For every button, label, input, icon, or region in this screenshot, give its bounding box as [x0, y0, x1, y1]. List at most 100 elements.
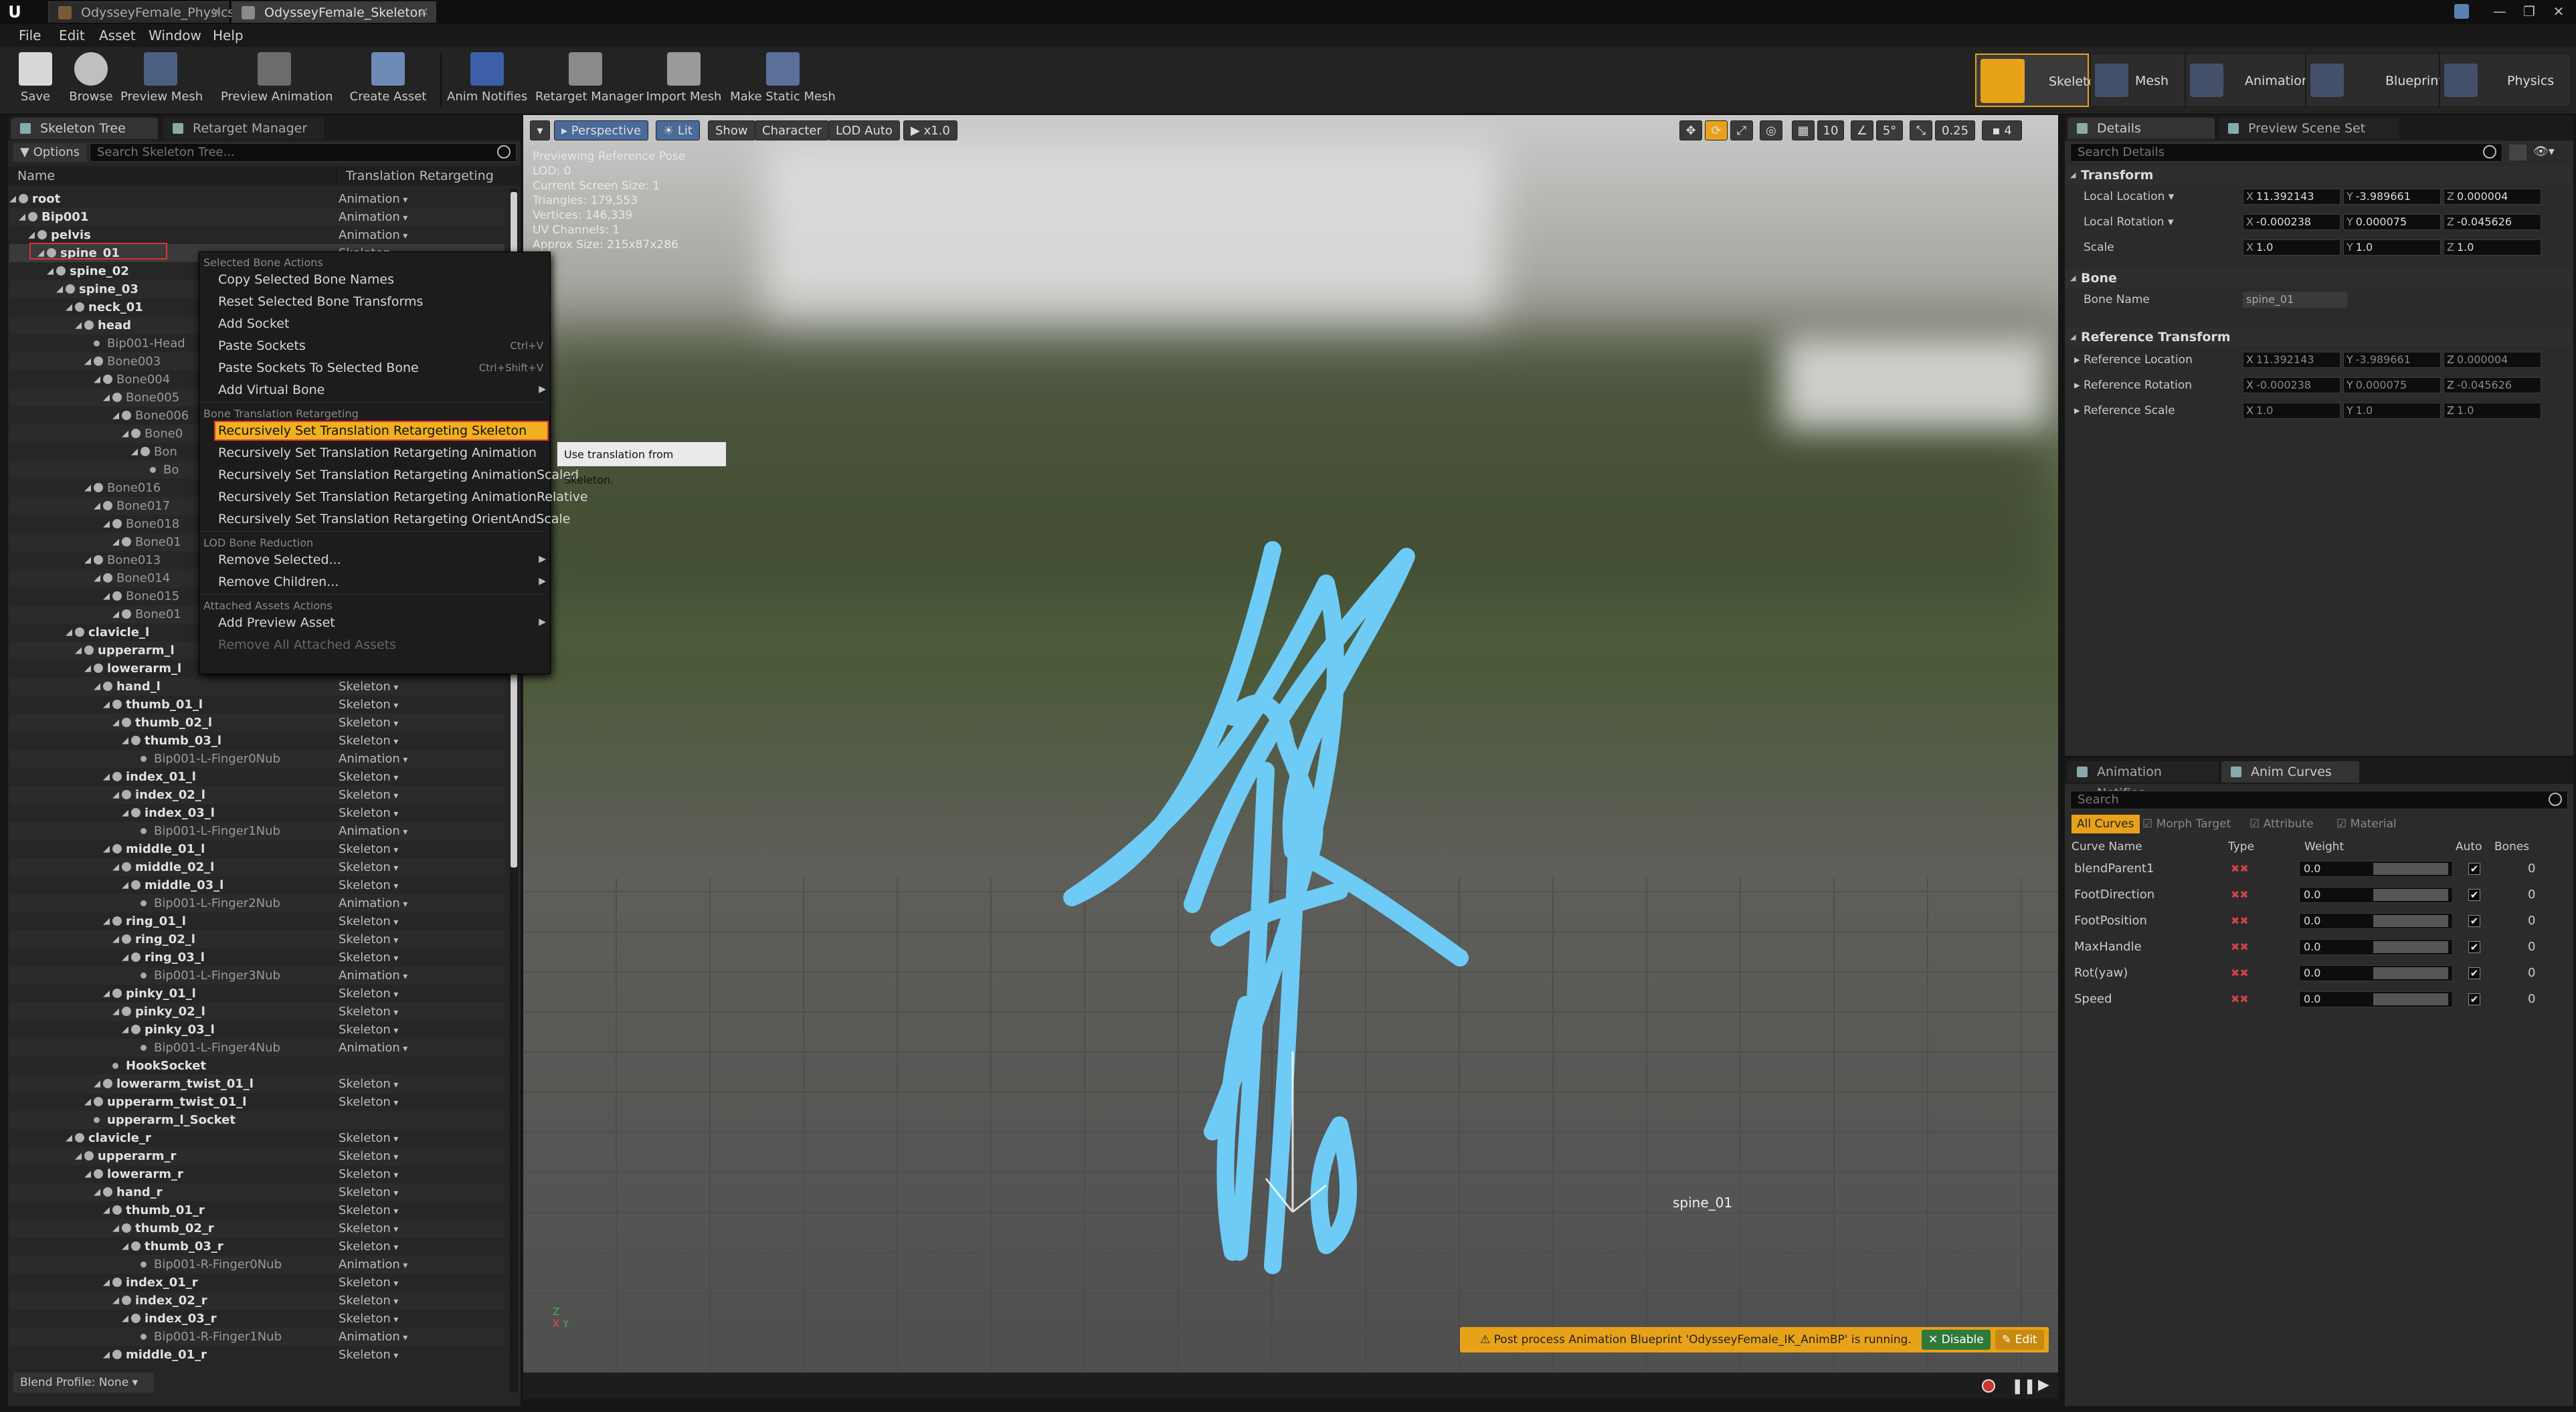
context-menu-item[interactable]: Remove Selected... [218, 552, 341, 567]
maximize-icon[interactable]: ❐ [2514, 1, 2544, 21]
curves-header-name[interactable]: Curve Name [2072, 840, 2142, 853]
expand-arrow-icon[interactable]: ◢ [112, 407, 119, 425]
context-menu-item[interactable]: Add Preview Asset [218, 615, 335, 630]
expand-arrow-icon[interactable]: ◢ [75, 1147, 82, 1165]
menu-help[interactable]: Help [213, 24, 244, 47]
reference-rotation-label[interactable]: ▸ Reference Rotation [2074, 379, 2192, 392]
expand-arrow-icon[interactable]: ◢ [66, 1129, 72, 1147]
context-menu-item[interactable]: Recursively Set Translation Retargeting … [218, 490, 588, 504]
tree-row[interactable]: Bip001-L-Finger2Nub Animation [9, 894, 504, 912]
translation-retargeting-dropdown[interactable]: Skeleton [339, 1129, 398, 1148]
angle-snap-icon[interactable]: ∠ [1851, 120, 1873, 140]
expand-arrow-icon[interactable]: ◢ [103, 1274, 110, 1292]
tree-row[interactable]: Bip001-R-Finger0Nub Animation [9, 1255, 504, 1274]
preview-mesh-button[interactable]: Preview Mesh [120, 49, 203, 111]
expand-arrow-icon[interactable]: ◢ [84, 660, 91, 678]
translation-retargeting-dropdown[interactable]: Skeleton [339, 714, 398, 733]
playback-speed-button[interactable]: ▶ x1.0 [903, 120, 957, 140]
tree-row[interactable]: ◢ index_01_l Skeleton [9, 768, 504, 786]
scale-snap-value[interactable]: 0.25 [1935, 120, 1975, 140]
expand-arrow-icon[interactable]: ◢ [122, 1021, 128, 1039]
mode-blueprint-button[interactable]: Blueprint [2306, 54, 2444, 107]
tree-row[interactable]: ◢ index_02_l Skeleton [9, 786, 504, 804]
curve-row[interactable]: Speed ✖✖ 0.0 ✔ 0 [2072, 987, 2567, 1012]
translation-retargeting-dropdown[interactable]: Animation [339, 894, 407, 914]
tree-row[interactable]: ◢ index_03_r Skeleton [9, 1310, 504, 1328]
translation-retargeting-dropdown[interactable]: Skeleton [339, 1075, 398, 1094]
column-header-translation-retargeting[interactable]: Translation Retargeting [336, 166, 521, 186]
edit-button[interactable]: ✎ Edit [1995, 1330, 2044, 1350]
import-mesh-button[interactable]: Import Mesh [644, 49, 724, 111]
expand-arrow-icon[interactable]: ◢ [122, 804, 128, 822]
play-icon[interactable]: ▶ [2038, 1377, 2049, 1393]
auto-checkbox[interactable]: ✔ [2468, 889, 2480, 901]
expand-arrow-icon[interactable]: ◢ [112, 858, 119, 876]
context-menu-item[interactable]: Add Virtual Bone [218, 383, 325, 397]
blend-profile-dropdown[interactable]: Blend Profile: None ▾ [13, 1373, 154, 1393]
reference-scale-label[interactable]: ▸ Reference Scale [2074, 404, 2175, 417]
details-search[interactable]: Search Details [2070, 143, 2502, 162]
expand-arrow-icon[interactable]: ◢ [112, 1003, 119, 1021]
save-button[interactable]: Save [12, 49, 59, 111]
close-icon[interactable]: ✕ [419, 2, 429, 23]
curves-header-weight[interactable]: Weight [2304, 840, 2344, 853]
expand-arrow-icon[interactable]: ◢ [56, 280, 63, 298]
context-menu-item[interactable]: Recursively Set Translation Retargeting … [218, 445, 537, 460]
scale-z[interactable]: Z 1.0 [2444, 239, 2541, 256]
translation-retargeting-dropdown[interactable]: Skeleton [339, 985, 398, 1004]
translation-retargeting-dropdown[interactable]: Skeleton [339, 1292, 398, 1311]
translation-retargeting-dropdown[interactable]: Skeleton [339, 768, 398, 787]
tab-details[interactable]: Details [2067, 118, 2215, 139]
expand-arrow-icon[interactable]: ◢ [103, 696, 110, 714]
tree-row[interactable]: ◢ hand_r Skeleton [9, 1183, 504, 1201]
tab-preview-scene-settings[interactable]: Preview Scene Set [2219, 118, 2399, 139]
visibility-icon[interactable]: 👁▾ [2533, 144, 2560, 161]
pause-icon[interactable]: ❚❚ [2011, 1378, 2036, 1395]
filter-morph-target[interactable]: ☑ Morph Target [2142, 815, 2231, 833]
expand-arrow-icon[interactable]: ◢ [112, 786, 119, 804]
context-menu-item[interactable]: Copy Selected Bone Names [218, 272, 394, 287]
view-options-icon[interactable] [2509, 144, 2526, 161]
auto-checkbox[interactable]: ✔ [2468, 967, 2480, 979]
angle-snap-value[interactable]: 5° [1876, 120, 1903, 140]
menu-window[interactable]: Window [149, 24, 201, 47]
anim-notifies-button[interactable]: Anim Notifies [447, 49, 527, 111]
menu-file[interactable]: File [19, 24, 41, 47]
tree-row[interactable]: Bip001-L-Finger3Nub Animation [9, 967, 504, 985]
expand-arrow-icon[interactable]: ◢ [94, 678, 100, 696]
curve-row[interactable]: blendParent1 ✖✖ 0.0 ✔ 0 [2072, 856, 2567, 882]
expand-arrow-icon[interactable]: ◢ [103, 389, 110, 407]
expand-arrow-icon[interactable]: ◢ [112, 533, 119, 551]
viewport-menu-button[interactable]: ▾ [530, 120, 550, 140]
tree-row[interactable]: ◢ middle_03_l Skeleton [9, 876, 504, 894]
tree-row[interactable]: Bip001-L-Finger0Nub Animation [9, 750, 504, 768]
translation-retargeting-dropdown[interactable]: Skeleton [339, 1003, 398, 1022]
translation-retargeting-dropdown[interactable]: Skeleton [339, 840, 398, 860]
context-menu-item[interactable]: Add Socket [218, 316, 289, 331]
scale-snap-icon[interactable]: ⤡ [1910, 120, 1932, 140]
translation-retargeting-dropdown[interactable]: Skeleton [339, 912, 398, 932]
translation-retargeting-dropdown[interactable]: Animation [339, 1039, 407, 1058]
rotate-tool-icon[interactable]: ⟳ [1705, 120, 1728, 140]
unreal-logo-icon[interactable]: U [5, 3, 24, 21]
show-button[interactable]: Show [708, 120, 755, 140]
grid-snap-value[interactable]: 10 [1817, 120, 1844, 140]
expand-arrow-icon[interactable]: ◢ [75, 316, 82, 334]
close-icon[interactable]: ✕ [211, 2, 221, 23]
expand-arrow-icon[interactable]: ◢ [94, 1183, 100, 1201]
notification-icon[interactable] [2454, 4, 2469, 19]
section-transform[interactable]: Transform [2066, 166, 2572, 185]
expand-arrow-icon[interactable]: ◢ [84, 551, 91, 569]
browse-button[interactable]: Browse [64, 49, 118, 111]
filter-attribute[interactable]: ☑ Attribute [2249, 815, 2314, 833]
expand-arrow-icon[interactable]: ◢ [103, 587, 110, 605]
lod-button[interactable]: LOD Auto [828, 120, 900, 140]
tree-row[interactable]: ◢ thumb_02_l Skeleton [9, 714, 504, 732]
local-rotation-label[interactable]: Local Rotation ▾ [2084, 215, 2174, 229]
camera-speed-button[interactable]: ▪ 4 [1982, 120, 2022, 140]
expand-arrow-icon[interactable]: ◢ [103, 985, 110, 1003]
tab-anim-curves[interactable]: Anim Curves [2221, 761, 2359, 783]
tree-row[interactable]: ◢ index_01_r Skeleton [9, 1274, 504, 1292]
tree-row[interactable]: ◢ upperarm_twist_01_l Skeleton [9, 1093, 504, 1111]
translation-retargeting-dropdown[interactable]: Skeleton [339, 1021, 398, 1040]
